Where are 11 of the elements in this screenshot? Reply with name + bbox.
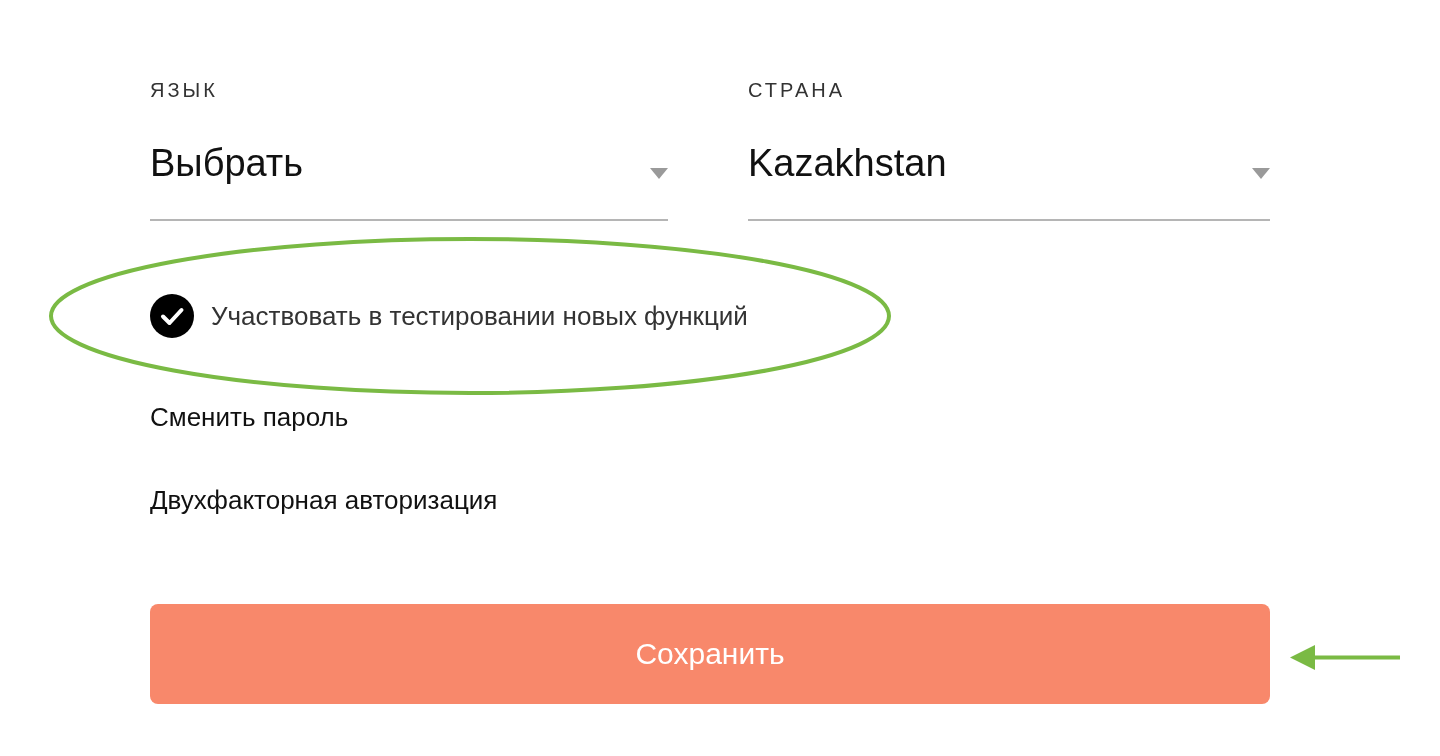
caret-down-icon (1252, 167, 1270, 179)
dropdown-field[interactable]: Выбрать (150, 102, 668, 221)
settings-link[interactable]: Сменить пароль (150, 400, 349, 434)
field-label: СТРАНА (748, 78, 847, 102)
settings-link[interactable]: Двухфакторная авторизация (150, 483, 498, 517)
dropdown-field[interactable]: Kazakhstan (748, 102, 1270, 221)
checkbox-label: Участвовать в тестировании новых функций (211, 300, 748, 333)
field-label: ЯЗЫК (150, 78, 219, 102)
left-arrow-icon (1290, 645, 1400, 670)
caret-down-icon (650, 167, 668, 179)
checkbox[interactable] (150, 294, 194, 338)
